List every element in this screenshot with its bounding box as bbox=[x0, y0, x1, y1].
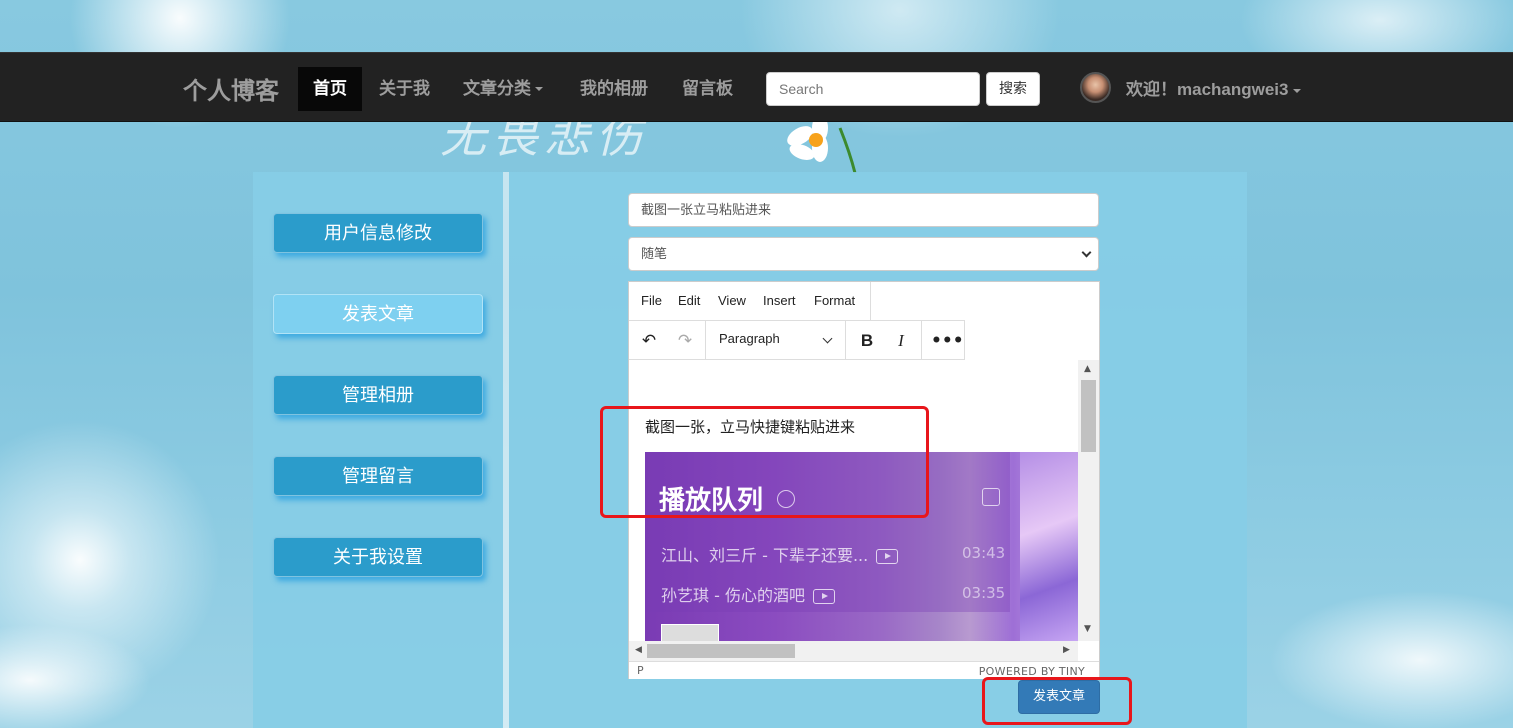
video-play-icon bbox=[876, 549, 899, 564]
caret-down-icon bbox=[1292, 88, 1301, 93]
nav-categories-label: 文章分类 bbox=[463, 79, 531, 99]
song-title: 孙艺琪 - 伤心的酒吧 bbox=[661, 586, 805, 605]
vertical-scroll-thumb[interactable] bbox=[1081, 380, 1096, 452]
user-avatar[interactable] bbox=[1080, 72, 1111, 103]
category-selected-value: 随笔 bbox=[641, 246, 668, 261]
chevron-down-icon bbox=[1081, 247, 1092, 258]
flower-decoration-icon bbox=[787, 118, 857, 173]
editor-menubar: File Edit View Insert Format bbox=[629, 282, 871, 320]
sidebar-item-manage-album[interactable]: 管理相册 bbox=[273, 375, 483, 415]
song-duration: 03:43 bbox=[962, 544, 1006, 562]
sidebar-item-about-settings[interactable]: 关于我设置 bbox=[273, 537, 483, 577]
sidebar-item-manage-messages[interactable]: 管理留言 bbox=[273, 456, 483, 496]
chevron-down-icon bbox=[822, 333, 833, 344]
scroll-right-icon[interactable]: ▶ bbox=[1063, 645, 1070, 655]
top-navbar: 个人博客 首页 关于我 文章分类 我的相册 留言板 搜索 欢迎！machangw… bbox=[0, 52, 1513, 122]
song-duration: 03:35 bbox=[962, 584, 1006, 602]
toolbar-separator bbox=[705, 321, 706, 359]
more-icon[interactable]: ••• bbox=[931, 329, 964, 353]
category-select[interactable]: 随笔 bbox=[628, 237, 1099, 271]
toolbar-separator bbox=[845, 321, 846, 359]
horizontal-scrollbar[interactable]: ◀ ▶ bbox=[629, 641, 1078, 661]
annotation-highlight-box bbox=[982, 677, 1132, 725]
sidebar-item-publish-article[interactable]: 发表文章 bbox=[273, 294, 483, 334]
scroll-down-icon[interactable]: ▼ bbox=[1084, 624, 1091, 634]
italic-icon[interactable]: I bbox=[889, 329, 913, 353]
nav-guestbook[interactable]: 留言板 bbox=[667, 67, 748, 111]
block-format-select[interactable]: Paragraph bbox=[719, 331, 780, 346]
menu-file[interactable]: File bbox=[641, 293, 662, 308]
toolbar-separator bbox=[921, 321, 922, 359]
vertical-scrollbar[interactable]: ▲ ▼ bbox=[1078, 360, 1099, 641]
annotation-highlight-box bbox=[600, 406, 929, 518]
horizontal-scroll-thumb[interactable] bbox=[647, 644, 795, 658]
menu-view[interactable]: View bbox=[718, 293, 746, 308]
menu-insert[interactable]: Insert bbox=[763, 293, 796, 308]
welcome-text: 欢迎！machangwei3 bbox=[1126, 80, 1289, 99]
menu-format[interactable]: Format bbox=[814, 293, 855, 308]
scroll-up-icon[interactable]: ▲ bbox=[1084, 364, 1091, 374]
user-menu[interactable]: 欢迎！machangwei3 bbox=[1126, 75, 1301, 100]
nav-home[interactable]: 首页 bbox=[298, 67, 362, 111]
share-icon bbox=[982, 488, 1000, 506]
redo-icon[interactable]: ↷ bbox=[673, 329, 697, 353]
nav-categories[interactable]: 文章分类 bbox=[448, 67, 558, 111]
song-thumbnail bbox=[661, 624, 719, 641]
song-item: 江山、刘三斤 - 下辈子还要... bbox=[661, 542, 899, 566]
song-item: 孙艺琪 - 伤心的酒吧 bbox=[661, 582, 835, 606]
pasted-image-strip bbox=[1020, 452, 1078, 641]
article-title-input[interactable]: 截图一张立马粘贴进来 bbox=[628, 193, 1099, 227]
search-button[interactable]: 搜索 bbox=[986, 72, 1040, 106]
nav-album[interactable]: 我的相册 bbox=[565, 67, 663, 111]
sidebar-panel bbox=[253, 172, 503, 728]
video-play-icon bbox=[812, 589, 835, 604]
editor-toolbar: ↶ ↷ Paragraph B I ••• bbox=[629, 320, 965, 360]
bold-icon[interactable]: B bbox=[855, 329, 879, 353]
element-path[interactable]: P bbox=[637, 664, 644, 677]
site-brand[interactable]: 个人博客 bbox=[183, 71, 279, 106]
sidebar-item-edit-profile[interactable]: 用户信息修改 bbox=[273, 213, 483, 253]
search-input[interactable] bbox=[766, 72, 980, 106]
scroll-left-icon[interactable]: ◀ bbox=[635, 645, 642, 655]
nav-about[interactable]: 关于我 bbox=[364, 67, 445, 111]
undo-icon[interactable]: ↶ bbox=[637, 329, 661, 353]
caret-down-icon bbox=[535, 87, 543, 91]
menu-edit[interactable]: Edit bbox=[678, 293, 700, 308]
song-title: 江山、刘三斤 - 下辈子还要... bbox=[661, 546, 869, 565]
